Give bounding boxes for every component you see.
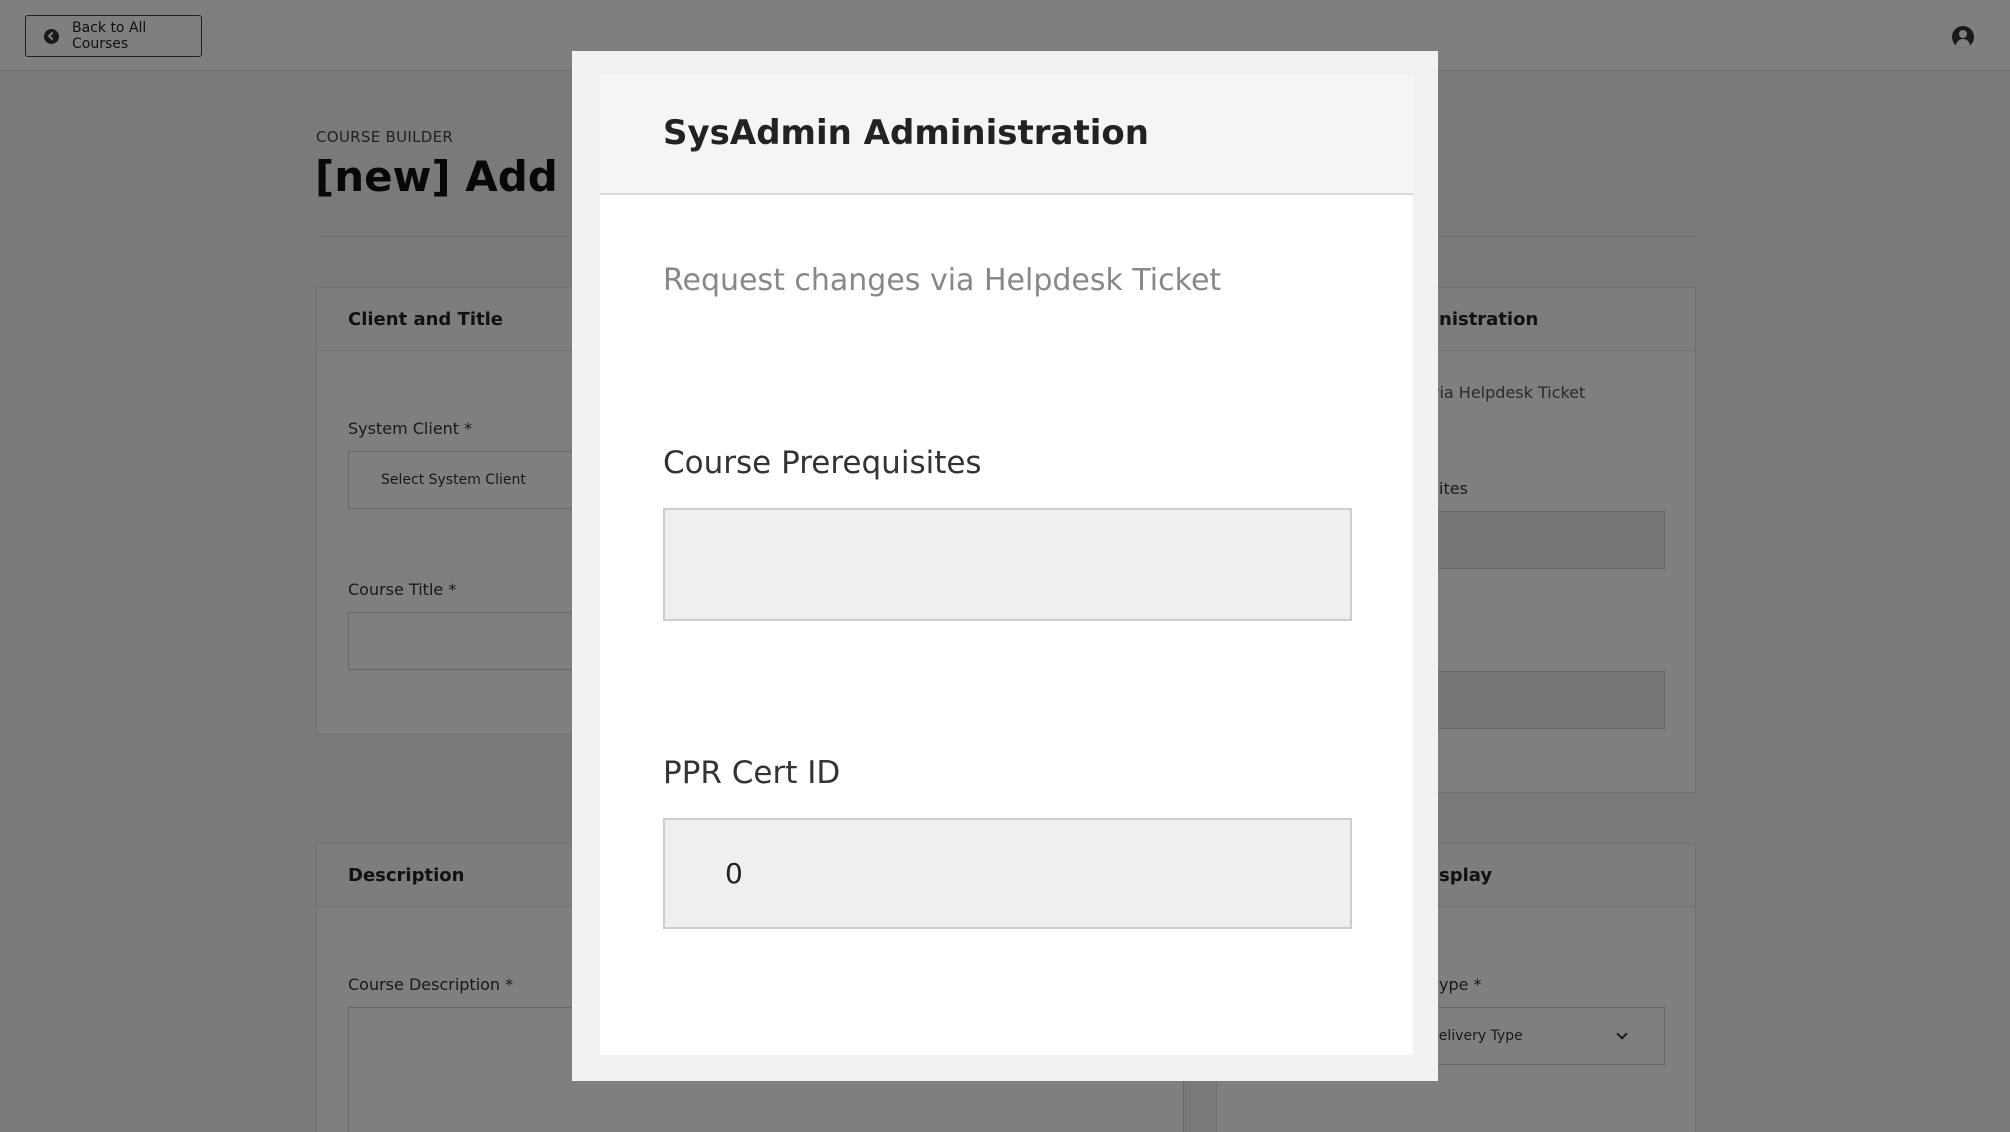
helpdesk-request-note: Request changes via Helpdesk Ticket bbox=[663, 263, 1222, 298]
ppr-cert-id-label: PPR Cert ID bbox=[663, 755, 841, 791]
ppr-cert-id-value: 0 bbox=[725, 857, 743, 890]
course-prerequisites-label: Course Prerequisites bbox=[663, 445, 982, 481]
modal-header: SysAdmin Administration bbox=[600, 75, 1413, 195]
course-prerequisites-field bbox=[663, 508, 1352, 621]
sysadmin-administration-modal: SysAdmin Administration Request changes … bbox=[600, 75, 1413, 1055]
modal-frame: SysAdmin Administration Request changes … bbox=[572, 51, 1438, 1081]
modal-title: SysAdmin Administration bbox=[663, 113, 1149, 153]
ppr-cert-id-field: 0 bbox=[663, 818, 1352, 929]
